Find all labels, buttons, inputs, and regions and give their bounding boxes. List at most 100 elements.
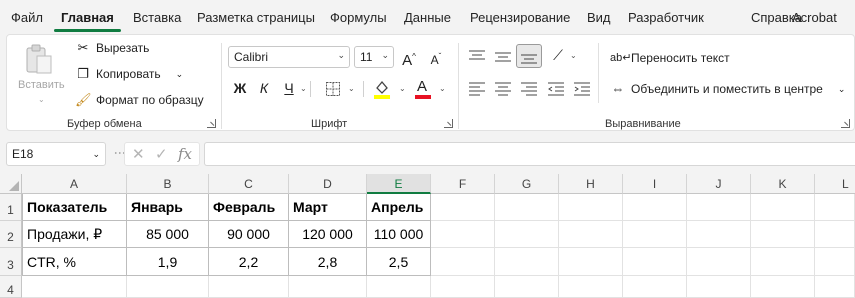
empty-cell[interactable]	[751, 221, 815, 248]
cell-c1[interactable]: Февраль	[209, 194, 289, 221]
column-header-f[interactable]: F	[431, 174, 495, 194]
empty-cell[interactable]	[289, 276, 367, 298]
column-header-h[interactable]: H	[559, 174, 623, 194]
empty-cell[interactable]	[559, 276, 623, 298]
empty-cell[interactable]	[209, 276, 289, 298]
cell-b1[interactable]: Январь	[127, 194, 209, 221]
empty-cell[interactable]	[751, 248, 815, 276]
align-center-icon[interactable]	[494, 82, 512, 96]
font-color-button[interactable]: A	[415, 78, 431, 99]
empty-cell[interactable]	[559, 248, 623, 276]
font-launcher-icon[interactable]	[444, 119, 453, 128]
tab-file[interactable]: Файл	[11, 10, 43, 25]
empty-cell[interactable]	[687, 248, 751, 276]
empty-cell[interactable]	[815, 194, 855, 221]
empty-cell[interactable]	[22, 276, 127, 298]
alignment-launcher-icon[interactable]	[841, 119, 850, 128]
empty-cell[interactable]	[495, 194, 559, 221]
cell-a2[interactable]: Продажи, ₽	[22, 221, 127, 248]
column-header-b[interactable]: B	[127, 174, 209, 194]
empty-cell[interactable]	[431, 276, 495, 298]
chevron-down-icon[interactable]: ⌄	[570, 51, 577, 60]
column-header-e[interactable]: E	[367, 174, 431, 194]
cut-button[interactable]: ✂ Вырезать	[75, 40, 150, 56]
paste-button[interactable]: Вставить ⌄	[15, 41, 65, 111]
empty-cell[interactable]	[431, 221, 495, 248]
orientation-icon[interactable]: ⟋	[547, 44, 569, 66]
empty-cell[interactable]	[623, 248, 687, 276]
empty-cell[interactable]	[751, 276, 815, 298]
empty-cell[interactable]	[495, 248, 559, 276]
column-header-i[interactable]: I	[623, 174, 687, 194]
row-header-1[interactable]: 1	[0, 194, 22, 221]
cell-d2[interactable]: 120 000	[289, 221, 367, 248]
empty-cell[interactable]	[751, 194, 815, 221]
function-icon[interactable]: fx	[178, 145, 192, 163]
cell-d3[interactable]: 2,8	[289, 248, 367, 276]
tab-review[interactable]: Рецензирование	[470, 10, 570, 25]
decrease-indent-icon[interactable]	[547, 82, 565, 96]
tab-developer[interactable]: Разработчик	[628, 10, 704, 25]
empty-cell[interactable]	[559, 221, 623, 248]
bold-button[interactable]: Ж	[229, 77, 251, 99]
tab-page-layout[interactable]: Разметка страницы	[197, 10, 315, 25]
copy-button[interactable]: ❐ Копировать ⌄	[75, 66, 183, 82]
empty-cell[interactable]	[687, 221, 751, 248]
cell-a3[interactable]: CTR, %	[22, 248, 127, 276]
empty-cell[interactable]	[687, 276, 751, 298]
tab-data[interactable]: Данные	[404, 10, 451, 25]
column-header-j[interactable]: J	[687, 174, 751, 194]
cell-d1[interactable]: Март	[289, 194, 367, 221]
chevron-down-icon[interactable]: ⌄	[348, 84, 355, 93]
borders-icon[interactable]	[325, 81, 341, 97]
tab-view[interactable]: Вид	[587, 10, 611, 25]
chevron-down-icon[interactable]: ⌄	[439, 84, 446, 93]
underline-button[interactable]: Ч	[278, 77, 300, 99]
align-right-icon[interactable]	[520, 82, 538, 96]
name-box[interactable]: E18 ⌄	[6, 142, 106, 166]
align-left-icon[interactable]	[468, 82, 486, 96]
font-size-select[interactable]: 11 ⌄	[354, 46, 394, 68]
tab-formulas[interactable]: Формулы	[330, 10, 387, 25]
empty-cell[interactable]	[815, 221, 855, 248]
cell-b2[interactable]: 85 000	[127, 221, 209, 248]
shrink-font-button[interactable]: Aˇ	[425, 46, 447, 68]
empty-cell[interactable]	[559, 194, 623, 221]
chevron-down-icon[interactable]: ⌄	[300, 84, 307, 93]
wrap-text-button[interactable]: ab↵ Переносить текст	[610, 50, 730, 66]
empty-cell[interactable]	[815, 248, 855, 276]
empty-cell[interactable]	[815, 276, 855, 298]
tab-acrobat[interactable]: Acrobat	[792, 10, 837, 25]
cell-b3[interactable]: 1,9	[127, 248, 209, 276]
cancel-icon[interactable]: ✕	[132, 145, 145, 163]
clipboard-launcher-icon[interactable]	[207, 119, 216, 128]
chevron-down-icon[interactable]: ⌄	[399, 84, 406, 93]
empty-cell[interactable]	[127, 276, 209, 298]
column-header-k[interactable]: K	[751, 174, 815, 194]
column-header-a[interactable]: A	[22, 174, 127, 194]
column-header-d[interactable]: D	[289, 174, 367, 194]
align-middle-icon[interactable]	[494, 48, 512, 64]
empty-cell[interactable]	[687, 194, 751, 221]
empty-cell[interactable]	[367, 276, 431, 298]
enter-icon[interactable]: ✓	[155, 145, 168, 163]
formula-input[interactable]	[204, 142, 855, 166]
cell-c3[interactable]: 2,2	[209, 248, 289, 276]
merge-center-button[interactable]: ⇔ Объединить и поместить в центре ⌄	[610, 81, 846, 97]
row-header-3[interactable]: 3	[0, 248, 22, 276]
empty-cell[interactable]	[623, 276, 687, 298]
increase-indent-icon[interactable]	[573, 82, 591, 96]
row-header-2[interactable]: 2	[0, 221, 22, 248]
grow-font-button[interactable]: A^	[398, 46, 420, 69]
cell-e1[interactable]: Апрель	[367, 194, 431, 221]
cell-a1[interactable]: Показатель	[22, 194, 127, 221]
tab-insert[interactable]: Вставка	[133, 10, 181, 25]
column-header-l[interactable]: L	[815, 174, 855, 194]
column-header-c[interactable]: C	[209, 174, 289, 194]
font-name-select[interactable]: Calibri ⌄	[228, 46, 350, 68]
empty-cell[interactable]	[495, 276, 559, 298]
empty-cell[interactable]	[431, 194, 495, 221]
fill-color-icon[interactable]	[373, 79, 391, 99]
row-header-4[interactable]: 4	[0, 276, 22, 298]
tab-home[interactable]: Главная	[61, 10, 114, 25]
